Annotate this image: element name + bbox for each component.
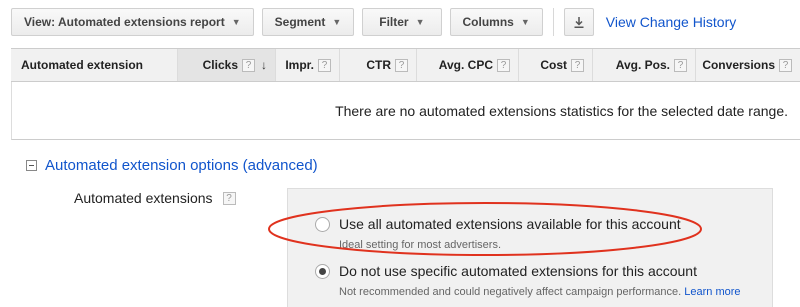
radio-do-not-use[interactable] [315,263,330,279]
option-label[interactable]: Use all automated extensions available f… [339,216,681,232]
chevron-down-icon: ▼ [415,17,425,27]
field-label-text: Automated extensions [74,190,213,206]
view-dropdown-button[interactable]: View: Automated extensions report ▼ [11,8,254,36]
view-dropdown-label: View: Automated extensions report [24,15,225,29]
empty-table-message: There are no automated extensions statis… [11,82,800,140]
column-header-label: Cost [540,58,567,72]
extensions-table: Automated extension Clicks ? ↓ Impr. ? C… [11,48,800,140]
help-icon[interactable]: ? [222,191,236,205]
help-icon[interactable]: ? [571,58,584,72]
column-header-automated-extension[interactable]: Automated extension [11,49,178,81]
advanced-options-section-header[interactable]: Automated extension options (advanced) [26,157,318,174]
sort-descending-icon: ↓ [261,58,267,72]
help-icon[interactable]: ? [242,58,255,72]
view-change-history-link[interactable]: View Change History [606,14,736,30]
option-description: Not recommended and could negatively aff… [339,286,682,298]
option-description: Ideal setting for most advertisers. [339,239,502,251]
column-header-label: Avg. Pos. [615,58,670,72]
table-header-row: Automated extension Clicks ? ↓ Impr. ? C… [11,48,800,82]
column-header-label: Clicks [202,58,238,72]
section-title[interactable]: Automated extension options (advanced) [45,157,318,174]
automated-extensions-field-label: Automated extensions ? [74,190,236,206]
report-toolbar: View: Automated extensions report ▼ Segm… [11,8,736,36]
option-label[interactable]: Do not use specific automated extensions… [339,263,697,279]
chevron-down-icon: ▼ [332,17,342,27]
chevron-down-icon: ▼ [231,17,241,27]
option-use-all[interactable]: Use all automated extensions available f… [315,216,681,251]
column-header-avg-pos[interactable]: Avg. Pos. ? [593,49,696,81]
help-icon[interactable]: ? [674,58,687,72]
learn-more-link[interactable]: Learn more [684,286,740,298]
filter-dropdown-button[interactable]: Filter ▼ [362,8,442,36]
column-header-cost[interactable]: Cost ? [519,49,593,81]
columns-dropdown-button[interactable]: Columns ▼ [449,8,543,36]
column-header-label: Impr. [285,58,314,72]
radio-use-all[interactable] [315,216,330,232]
columns-dropdown-label: Columns [462,15,514,29]
column-header-conversions[interactable]: Conversions ? [696,49,800,81]
column-header-avg-cpc[interactable]: Avg. CPC ? [417,49,519,81]
column-header-label: Conversions [702,58,775,72]
download-icon [574,16,584,28]
column-header-impr[interactable]: Impr. ? [276,49,340,81]
option-do-not-use[interactable]: Do not use specific automated extensions… [315,263,741,298]
segment-dropdown-label: Segment [274,15,326,29]
column-header-label: Automated extension [21,58,144,72]
column-header-label: CTR [366,58,391,72]
help-icon[interactable]: ? [395,58,408,72]
column-header-ctr[interactable]: CTR ? [340,49,417,81]
column-header-label: Avg. CPC [438,58,493,72]
download-button[interactable] [563,8,594,36]
filter-dropdown-label: Filter [379,15,409,29]
option-description-row: Not recommended and could negatively aff… [339,286,741,298]
column-header-clicks[interactable]: Clicks ? ↓ [178,49,276,81]
help-icon[interactable]: ? [318,58,331,72]
collapse-icon[interactable] [26,160,37,171]
chevron-down-icon: ▼ [520,17,530,27]
toolbar-divider [552,8,554,36]
help-icon[interactable]: ? [779,58,792,72]
help-icon[interactable]: ? [497,58,510,72]
automated-extensions-options-panel: Use all automated extensions available f… [287,188,773,307]
segment-dropdown-button[interactable]: Segment ▼ [261,8,355,36]
